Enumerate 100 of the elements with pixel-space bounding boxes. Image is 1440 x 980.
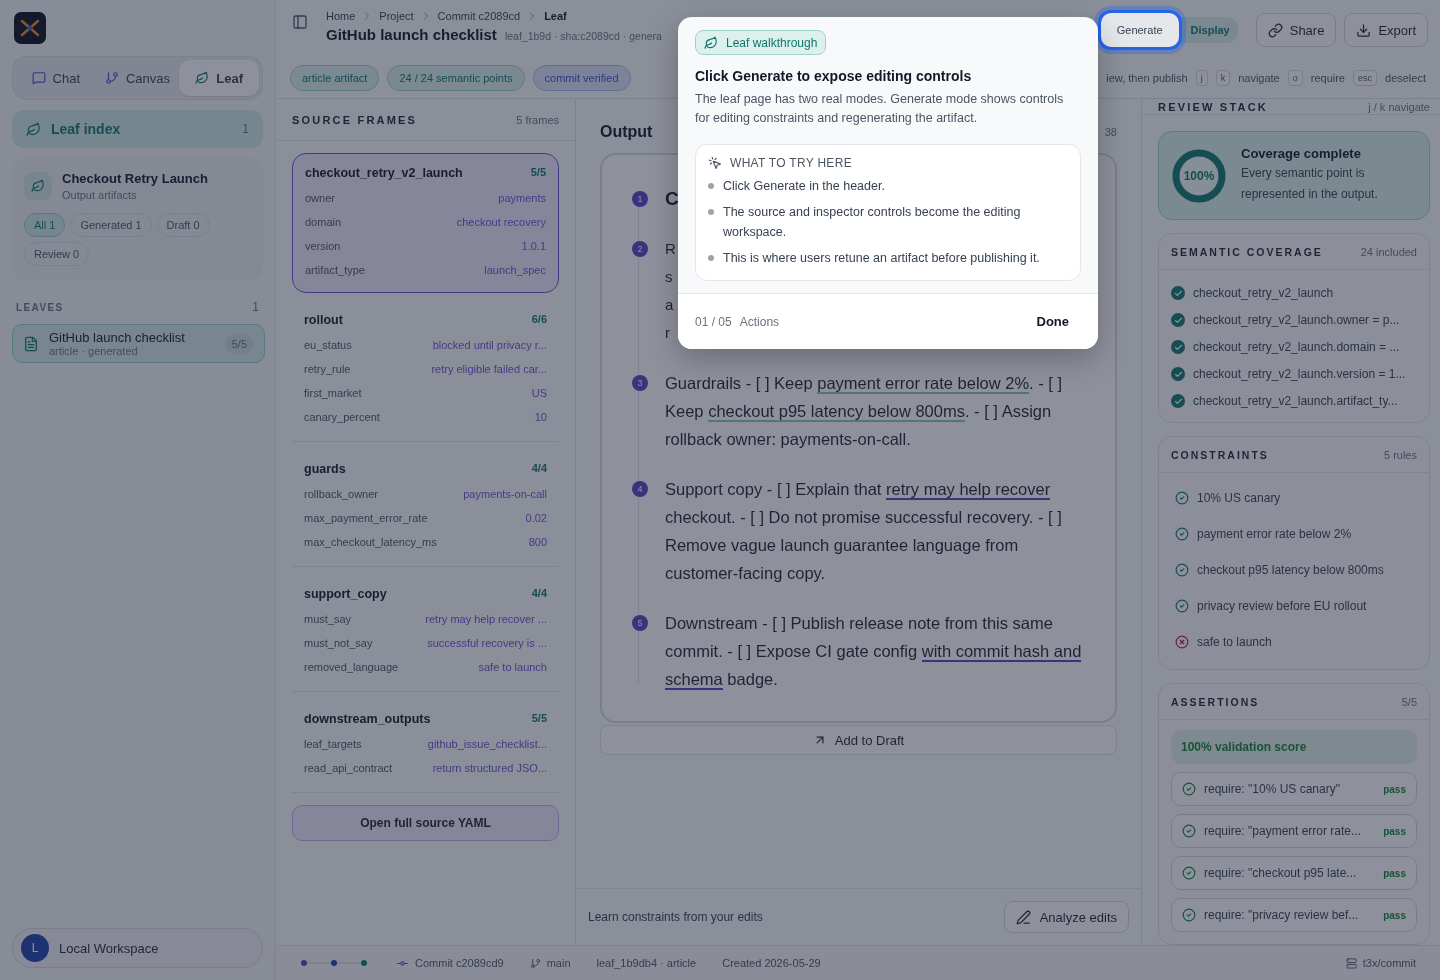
avatar: L	[21, 934, 49, 962]
leaf-label: leaf_1b9db4 · article	[596, 957, 697, 969]
constraint-item: 10% US canary	[1197, 491, 1281, 505]
output-title: Output	[600, 123, 653, 141]
document-icon	[23, 335, 39, 352]
check-icon	[1171, 394, 1185, 408]
step-label: Actions	[739, 314, 780, 329]
add-to-draft-button[interactable]: Add to Draft	[600, 725, 1117, 755]
workspace-button[interactable]: L Local Workspace	[12, 928, 263, 968]
step-number: 3	[632, 375, 648, 391]
field-value: checkout recovery	[456, 216, 546, 228]
open-yaml-button[interactable]: Open full source YAML	[292, 805, 559, 841]
field-value: safe to launch	[478, 661, 547, 673]
tips-heading: WHAT TO TRY HERE	[730, 156, 852, 170]
coverage-percent: 100%	[1182, 167, 1216, 185]
coverage-item: checkout_retry_v2_launch.artifact_ty...	[1193, 394, 1398, 408]
nav-tab[interactable]: Chat	[16, 60, 96, 96]
source-frame[interactable]: guards 4/4 rollback_owner payments-on-call max_payment_error_rate 0.02 max_checkout_latency_ms 800	[292, 442, 559, 567]
field-value: blocked until privacy r...	[432, 339, 547, 351]
field-value: 1.0.1	[521, 240, 546, 252]
column-heading: REVIEW STACK	[1158, 100, 1268, 113]
output-heading: C	[665, 187, 679, 211]
status-chip: commit verified	[532, 65, 631, 91]
tip-text: Click Generate in the header.	[723, 178, 885, 195]
page-meta: leaf_1b9d · sha:c2089cd · genera	[504, 30, 662, 42]
coverage-item: checkout_retry_v2_launch.version = 1...	[1193, 367, 1406, 381]
breadcrumb[interactable]: Commit c2089cd	[437, 10, 521, 22]
check-icon	[1182, 908, 1196, 922]
breadcrumb[interactable]: Home	[326, 10, 356, 22]
field-value: payments	[498, 192, 546, 204]
frame-name: rollout	[304, 313, 343, 327]
coverage-item: checkout_retry_v2_launch.owner = p...	[1193, 313, 1400, 327]
output-text: s	[665, 267, 674, 287]
source-frame[interactable]: support_copy 4/4 must_say retry may help recover ... must_not_say successful recovery is ... removed_language safe to launch	[292, 567, 559, 692]
coverage-item: checkout_retry_v2_launch.domain = ...	[1193, 340, 1400, 354]
mode-toggle[interactable]: Display	[1182, 17, 1238, 43]
panel-count: 5/5	[1401, 695, 1417, 708]
field-value: US	[531, 387, 547, 399]
share-button[interactable]: Share	[1255, 13, 1337, 47]
output-paragraph: Guardrails - [ ] Keep payment error rate below 2%. - [ ] Keep checkout p95 latency below 800ms. - [ ] Assign rollback owner: payments-on-call.	[665, 373, 1064, 450]
bullet-dot	[708, 183, 714, 189]
check-icon	[1171, 367, 1185, 381]
progress-dots	[300, 959, 370, 967]
coverage-text: Every semantic point is represented in the output.	[1241, 165, 1379, 203]
field-key: version	[305, 240, 341, 252]
panel-heading: SEMANTIC COVERAGE	[1171, 245, 1323, 258]
assertion-row[interactable]: require: "checkout p95 late... pass	[1171, 856, 1417, 890]
field-value: successful recovery is ...	[427, 637, 547, 649]
step-number: 1	[632, 191, 648, 207]
assertion-row[interactable]: require: "payment error rate... pass	[1171, 814, 1417, 848]
constraint-item: safe to launch	[1197, 635, 1272, 649]
field-value: launch_spec	[484, 264, 546, 276]
page-title: GitHub launch checklist	[326, 26, 497, 43]
repo-label: t3x/commit	[1362, 957, 1416, 969]
step-number: 4	[632, 481, 648, 497]
breadcrumb[interactable]: Project	[379, 10, 414, 22]
field-key: owner	[305, 192, 335, 204]
nav-tab[interactable]: Leaf	[179, 60, 259, 96]
status-chip: article artifact	[290, 65, 380, 91]
leaf-index-item[interactable]: Leaf index 1	[12, 110, 263, 148]
key-cap: k	[1215, 70, 1231, 86]
filter-chip[interactable]: All 1	[24, 213, 66, 237]
source-frame[interactable]: rollout 6/6 eu_status blocked until privacy r... retry_rule retry eligible failed car... first_market US canary_percent 10	[292, 293, 559, 442]
panel-count: 5 rules	[1383, 448, 1417, 461]
frame-name: guards	[304, 462, 346, 476]
sidebar-toggle-icon[interactable]	[292, 14, 308, 30]
field-key: read_api_contract	[304, 762, 393, 774]
leaf-icon	[704, 35, 718, 50]
popover-body: The leaf page has two real modes. Generate mode shows controls for editing constraints and regenerating the artifact.	[695, 91, 1065, 127]
learn-text: Learn constraints from your edits	[588, 910, 763, 924]
project-subtitle: Output artifacts	[62, 189, 138, 201]
assertion-row[interactable]: require: "10% US canary" pass	[1171, 772, 1417, 806]
field-key: must_not_say	[304, 637, 373, 649]
field-value: retry may help recover ...	[425, 613, 547, 625]
panel-heading: ASSERTIONS	[1171, 695, 1260, 708]
leaf-icon	[195, 71, 210, 85]
source-frame[interactable]: downstream_outputs 5/5 leaf_targets github_issue_checklist... read_api_contract return structured JSO...	[292, 692, 559, 793]
breadcrumb[interactable]: Leaf	[544, 10, 567, 22]
done-button[interactable]: Done	[1024, 310, 1081, 333]
shortcut-label: navigate	[1238, 72, 1280, 84]
constraint-item: payment error rate below 2%	[1197, 527, 1352, 541]
shortcut-label: require	[1310, 72, 1345, 84]
bullet-dot	[708, 255, 714, 261]
field-key: domain	[305, 216, 342, 228]
field-key: first_market	[304, 387, 362, 399]
leaf-icon	[24, 172, 52, 200]
step-counter: 01 / 05	[695, 314, 732, 329]
bullet-dot	[708, 209, 714, 215]
assertion-row[interactable]: require: "privacy review bef... pass	[1171, 898, 1417, 932]
check-icon	[1171, 313, 1185, 327]
field-key: rollback_owner	[304, 488, 378, 500]
export-button[interactable]: Export	[1344, 13, 1428, 47]
project-title: Checkout Retry Launch	[62, 171, 208, 186]
field-key: max_payment_error_rate	[304, 512, 428, 524]
field-key: artifact_type	[305, 264, 365, 276]
analyze-button[interactable]: Analyze edits	[1003, 901, 1129, 933]
nav-tab[interactable]: Canvas	[97, 60, 178, 96]
field-key: max_checkout_latency_ms	[304, 536, 437, 548]
frame-score: 5/5	[531, 712, 547, 726]
source-frame[interactable]: checkout_retry_v2_launch 5/5 owner payments domain checkout recovery version 1.0.1 artifact_type launch_spec	[292, 153, 559, 293]
